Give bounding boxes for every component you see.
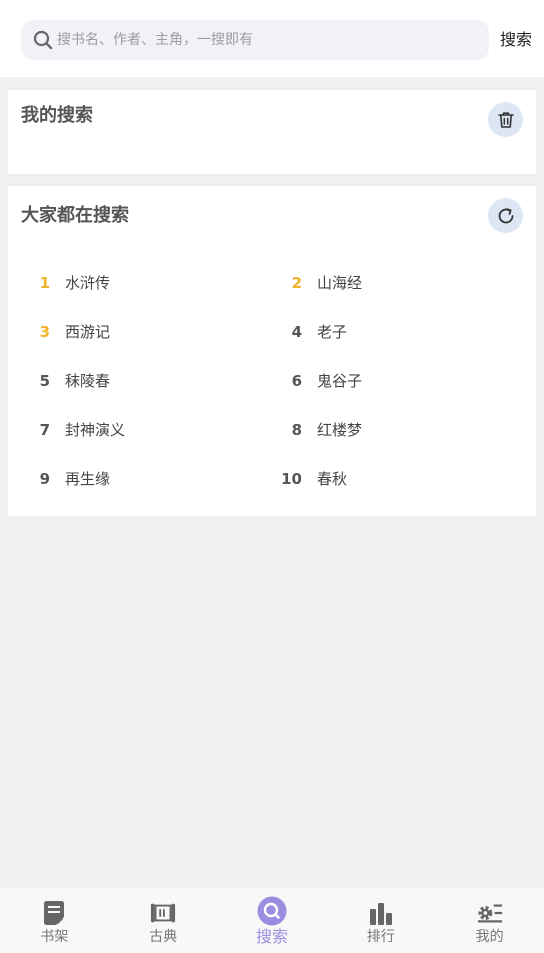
refresh-button[interactable] (488, 198, 523, 233)
search-box[interactable] (21, 20, 489, 60)
hot-name: 再生缘 (65, 470, 111, 488)
nav-item-mine[interactable]: 我的 (435, 888, 544, 953)
nav-label: 古典 (149, 929, 178, 945)
hot-item[interactable]: 4 老子 (260, 307, 512, 356)
nav-item-classics[interactable]: 古典 (109, 888, 218, 953)
hot-name: 山海经 (317, 274, 363, 292)
hot-search-title: 大家都在搜索 (21, 205, 129, 226)
nav-label: 搜索 (255, 927, 288, 946)
hot-name: 西游记 (65, 323, 111, 341)
hot-rank: 6 (291, 371, 302, 390)
scroll-icon (150, 900, 176, 926)
hot-item[interactable]: 5 秣陵春 (8, 356, 260, 405)
nav-label: 排行 (366, 929, 395, 945)
hot-rank: 1 (39, 273, 50, 292)
nav-item-bookshelf[interactable]: 书架 (0, 888, 109, 953)
hot-search-list: 1 水浒传 2 山海经 3 西游记 4 老子 5 秣陵春 6 鬼谷子 7 封神演… (8, 258, 536, 503)
hot-item[interactable]: 2 山海经 (260, 258, 512, 307)
hot-name: 封神演义 (65, 421, 126, 439)
my-search-card: 我的搜索 (8, 90, 536, 174)
hot-name: 水浒传 (65, 274, 111, 292)
hot-item[interactable]: 3 西游记 (8, 307, 260, 356)
search-button[interactable]: 搜索 (500, 28, 532, 52)
bookshelf-icon (41, 900, 67, 926)
hot-name: 春秋 (317, 470, 348, 488)
search-page: 搜索 我的搜索 大家都在搜索 (0, 0, 544, 953)
nav-item-ranking[interactable]: 排行 (326, 888, 435, 953)
hot-name: 老子 (317, 323, 348, 341)
hot-rank: 8 (291, 420, 302, 439)
search-icon (257, 896, 287, 926)
trash-icon (496, 110, 516, 130)
search-input[interactable] (57, 20, 477, 60)
hot-item[interactable]: 8 红楼梦 (260, 405, 512, 454)
hot-rank: 4 (291, 322, 302, 341)
hot-item[interactable]: 7 封神演义 (8, 405, 260, 454)
hot-name: 红楼梦 (317, 421, 363, 439)
hot-rank: 10 (281, 469, 302, 488)
refresh-icon (496, 206, 516, 226)
clear-history-button[interactable] (488, 102, 523, 137)
bottom-nav: 书架 古典 搜索 排行 我的 (0, 887, 544, 953)
nav-item-search[interactable]: 搜索 (218, 888, 327, 953)
search-icon (33, 30, 53, 50)
hot-rank: 7 (39, 420, 50, 439)
header: 搜索 (0, 0, 544, 77)
hot-item[interactable]: 1 水浒传 (8, 258, 260, 307)
hot-rank: 3 (39, 322, 50, 341)
my-search-title: 我的搜索 (21, 105, 93, 126)
hot-item[interactable]: 10 春秋 (260, 454, 512, 503)
hot-rank: 9 (39, 469, 50, 488)
hot-item[interactable]: 6 鬼谷子 (260, 356, 512, 405)
nav-label: 我的 (475, 929, 504, 945)
hot-name: 鬼谷子 (317, 372, 363, 390)
hot-rank: 5 (39, 371, 50, 390)
hot-rank: 2 (291, 273, 302, 292)
bar-chart-icon (368, 900, 394, 926)
settings-list-icon (477, 900, 503, 926)
hot-name: 秣陵春 (65, 372, 111, 390)
nav-label: 书架 (40, 929, 69, 945)
hot-item[interactable]: 9 再生缘 (8, 454, 260, 503)
hot-search-card: 大家都在搜索 1 水浒传 2 山海经 3 西游记 4 老子 5 秣陵春 6 鬼谷… (8, 186, 536, 516)
